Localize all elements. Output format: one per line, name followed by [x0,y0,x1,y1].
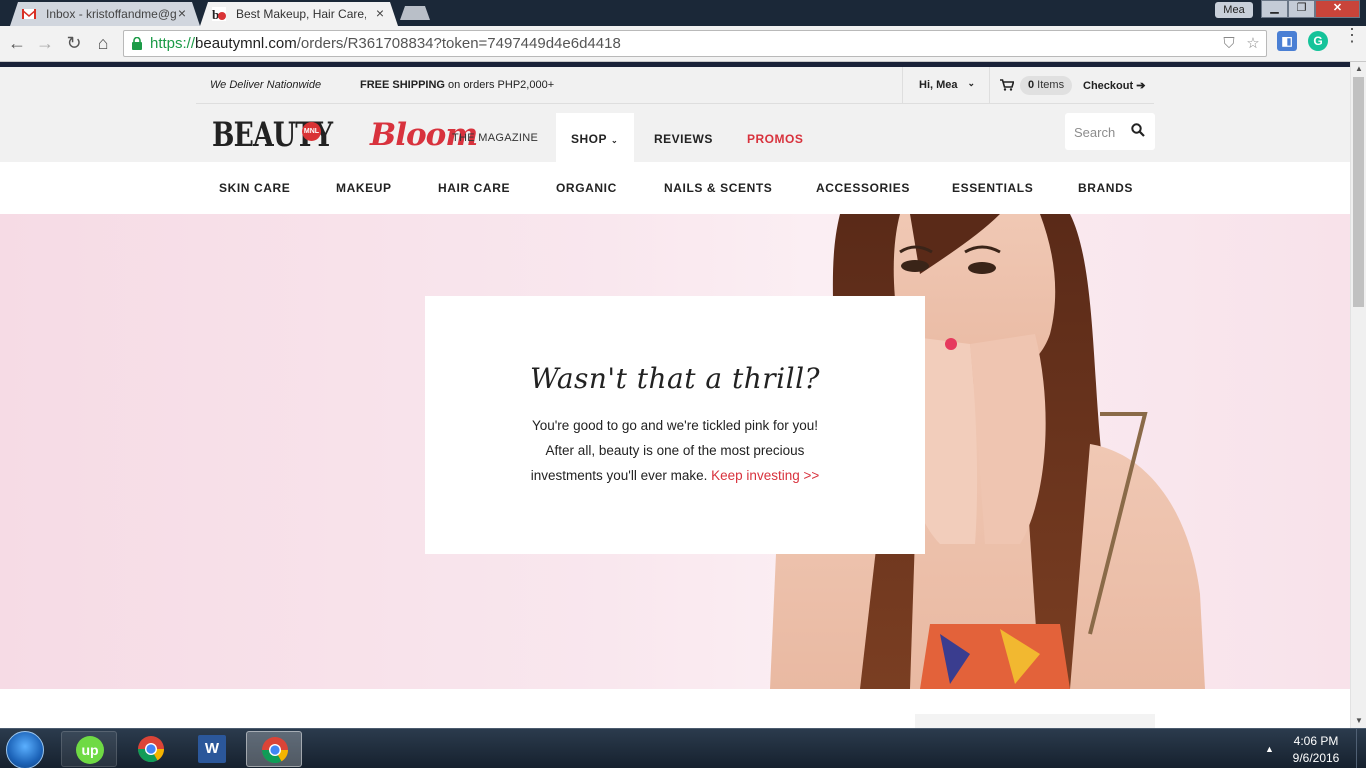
keep-investing-link[interactable]: Keep investing >> [711,468,819,483]
tab-title: Best Makeup, Hair Care, S [236,7,366,21]
url-scheme: https:// [150,35,196,52]
category-skin-care[interactable]: SKIN CARE [219,181,290,195]
search-placeholder: Search [1074,125,1116,140]
forward-arrow-icon[interactable]: → [33,31,57,55]
word-icon: W [198,735,226,763]
windows-taskbar: up W ▲ 4:06 PM 9/6/2016 [0,728,1366,768]
minimize-button[interactable]: ▁ [1261,0,1288,18]
account-menu[interactable]: Hi, Mea ⌄ [902,67,990,104]
message-line-2: After all, beauty is one of the most pre… [545,443,805,458]
category-nav: SKIN CARE MAKEUP HAIR CARE ORGANIC NAILS… [0,162,1350,214]
taskbar-upwork[interactable]: up [61,731,117,767]
new-tab-button[interactable] [400,6,430,20]
message-line-3: investments you'll ever make. [530,468,712,483]
menu-dots-icon[interactable]: ⋮ [1343,26,1361,44]
taskbar-chrome-active[interactable] [246,731,302,767]
arrow-right-icon: ➔ [1136,80,1146,92]
thank-you-title: Wasn't that a thrill? [529,362,821,395]
close-window-button[interactable]: ✕ [1315,0,1360,18]
lock-icon [132,37,142,50]
free-shipping-text: on orders PHP2,000+ [444,79,555,91]
cart-unit: Items [1034,79,1065,91]
page-scrollbar[interactable]: ▲ ▼ [1350,62,1366,728]
tab-title: Inbox - kristoffandme@gr [46,7,176,21]
search-input[interactable]: Search [1065,113,1155,150]
tab-beautymnl[interactable]: b Best Makeup, Hair Care, S × [200,2,398,26]
checkout-link[interactable]: Checkout ➔ [1083,79,1145,92]
clock-date: 9/6/2016 [1292,751,1340,765]
bookmark-star-icon[interactable]: ☆ [1244,35,1262,53]
nav-reviews[interactable]: REVIEWS [654,132,713,146]
system-clock[interactable]: 4:06 PM 9/6/2016 [1288,733,1344,767]
category-hair-care[interactable]: HAIR CARE [438,181,510,195]
message-line-3-wrap: investments you'll ever make. Keep inves… [425,463,925,488]
utility-bar: We Deliver Nationwide FREE SHIPPING on o… [196,67,1154,104]
chevron-down-icon: ⌄ [611,136,619,145]
nav-promos[interactable]: PROMOS [747,132,803,146]
logo-badge: MNL [302,122,321,141]
chrome-icon [137,736,165,763]
tray-expand-icon[interactable]: ▲ [1265,744,1274,754]
shield-icon[interactable]: ⛉ [1220,35,1238,53]
checkout-label: Checkout [1083,80,1134,92]
category-makeup[interactable]: MAKEUP [336,181,392,195]
magazine-subtitle[interactable]: THE MAGAZINE [452,132,538,144]
scroll-down-arrow-icon[interactable]: ▼ [1354,716,1364,726]
svg-text:b: b [212,7,219,21]
url-path: /orders/R361708834?token=7497449d4e6d441… [296,35,621,52]
profile-button[interactable]: Mea [1215,2,1253,18]
nav-shop[interactable]: SHOP ⌄ [556,113,634,162]
category-brands[interactable]: BRANDS [1078,181,1133,195]
category-organic[interactable]: ORGANIC [556,181,617,195]
upwork-icon: up [76,736,104,764]
search-icon[interactable] [1131,123,1145,137]
clock-time: 4:06 PM [1293,734,1339,748]
scroll-thumb[interactable] [1353,77,1364,307]
taskbar-word[interactable]: W [184,731,240,767]
free-shipping-note: FREE SHIPPING on orders PHP2,000+ [360,79,554,91]
delivery-note: We Deliver Nationwide [210,79,322,91]
grammarly-icon[interactable]: G [1308,31,1328,51]
show-desktop-button[interactable] [1356,729,1366,768]
back-arrow-icon[interactable]: ← [5,31,29,55]
free-shipping-bold: FREE SHIPPING [360,79,445,91]
category-nails-scents[interactable]: NAILS & SCENTS [664,181,772,195]
close-tab-icon[interactable]: × [178,5,186,21]
message-line-1: You're good to go and we're tickled pink… [531,418,819,433]
close-tab-icon[interactable]: × [376,5,384,21]
url-host: beautymnl.com [195,35,297,52]
chrome-icon [261,737,289,764]
cart-icon[interactable] [1000,79,1014,91]
category-accessories[interactable]: ACCESSORIES [816,181,910,195]
chevron-down-icon: ⌄ [967,78,975,88]
thank-you-card: Wasn't that a thrill? You're good to go … [425,296,925,554]
cart-count-badge[interactable]: 0 Items [1020,76,1073,95]
tab-gmail-inbox[interactable]: Inbox - kristoffandme@gr × [10,2,200,26]
nav-shop-label: SHOP [571,132,608,146]
page-viewport: We Deliver Nationwide FREE SHIPPING on o… [0,67,1350,728]
beautymnl-logo[interactable]: BEAUTY MNL [212,115,366,155]
sidebar-panel-top [915,714,1155,728]
beautymnl-favicon: b [212,7,226,21]
thank-you-message: You're good to go and we're tickled pink… [425,413,925,488]
extension-icon[interactable]: ◧ [1277,31,1297,51]
address-bar[interactable]: https://beautymnl.com/orders/R361708834?… [123,30,1267,57]
greeting: Hi, Mea [919,79,958,91]
category-essentials[interactable]: ESSENTIALS [952,181,1033,195]
browser-toolbar: ← → ↻ ⌂ https://beautymnl.com/orders/R36… [0,26,1366,62]
gmail-icon [22,9,36,19]
taskbar-chrome[interactable] [123,731,179,767]
maximize-button[interactable]: ❐ [1288,0,1315,18]
scroll-up-arrow-icon[interactable]: ▲ [1354,64,1364,74]
reload-icon[interactable]: ↻ [62,31,86,55]
windows-start-button[interactable] [6,731,44,768]
home-icon[interactable]: ⌂ [91,31,115,55]
browser-tabstrip: Inbox - kristoffandme@gr × b Best Makeup… [0,0,1366,26]
order-confirmation-hero: Wasn't that a thrill? You're good to go … [0,214,1350,689]
